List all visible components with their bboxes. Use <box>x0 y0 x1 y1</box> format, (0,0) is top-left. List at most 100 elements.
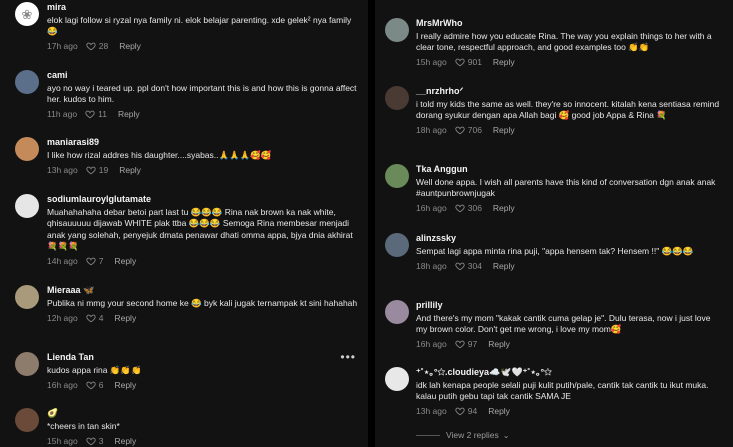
comment-time: 17h ago <box>47 41 78 52</box>
comment: __nrzhrhoᐟ i told my kids the same as we… <box>375 86 733 136</box>
comment-time: 16h ago <box>416 339 447 350</box>
avatar[interactable] <box>385 233 409 257</box>
comment-username[interactable]: __nrzhrhoᐟ <box>416 86 733 97</box>
comment-text: Muahahahaha debar betoi part last tu 😂😂😂… <box>47 207 353 251</box>
comment-text: Well done appa. I wish all parents have … <box>416 177 716 199</box>
comment: prillily And there's my mom "kakak canti… <box>375 300 733 350</box>
comment-username[interactable]: ⁺˚⋆｡°✩.cloudieya☁️🕊️🤍⁺˚⋆｡°✩ <box>416 367 733 378</box>
comment: Lienda Tan kudos appa rina 👏👏👏 16h ago 6… <box>0 351 368 390</box>
comment-username[interactable]: sodiumlauroylglutamate <box>47 194 368 205</box>
heart-outline-icon[interactable] <box>86 256 96 266</box>
avatar[interactable] <box>15 137 39 161</box>
comment-text: kudos appa rina 👏👏👏 <box>47 365 142 375</box>
comments-column-right: View 2 replies ⌄ MrsMrWho I really admir… <box>375 0 733 447</box>
comment-time: 16h ago <box>47 379 78 390</box>
heart-outline-icon[interactable] <box>455 203 465 213</box>
avatar[interactable] <box>15 194 39 218</box>
reply-button[interactable]: Reply <box>114 256 136 266</box>
avatar[interactable] <box>385 86 409 110</box>
comment-time: 18h ago <box>416 260 447 271</box>
heart-outline-icon[interactable] <box>455 261 465 271</box>
comment-username[interactable]: mira <box>47 2 368 13</box>
comment-username[interactable]: alinzssky <box>416 233 733 244</box>
comment-time: 12h ago <box>47 312 78 323</box>
like-count: 94 <box>467 406 478 417</box>
comment-time: 15h ago <box>47 435 78 446</box>
comment: MrsMrWho I really admire how you educate… <box>375 18 733 68</box>
like-count: 19 <box>98 164 109 175</box>
comment: sodiumlauroylglutamate Muahahahaha debar… <box>0 194 368 266</box>
reply-button[interactable]: Reply <box>493 261 515 271</box>
like-count: 306 <box>467 203 482 214</box>
comment-username[interactable]: maniarasi89 <box>47 137 368 148</box>
heart-outline-icon[interactable] <box>86 165 96 175</box>
avatar[interactable] <box>385 18 409 42</box>
comment: ⁺˚⋆｡°✩.cloudieya☁️🕊️🤍⁺˚⋆｡°✩ idk lah kena… <box>375 367 733 417</box>
reply-button[interactable]: Reply <box>118 109 140 119</box>
comment: ❀ mira elok lagi follow si ryzal nya fam… <box>0 2 368 52</box>
like-count: 11 <box>98 109 107 120</box>
comment-text: ayo no way i teared up. ppl don't how im… <box>47 83 357 105</box>
heart-outline-icon[interactable] <box>86 380 96 390</box>
comment-meta: 18h ago 304 Reply <box>416 260 733 271</box>
comment-meta: 13h ago 19 Reply <box>47 164 368 175</box>
heart-outline-icon[interactable] <box>455 57 465 67</box>
comment-username[interactable]: cami <box>47 70 368 81</box>
reply-button[interactable]: Reply <box>114 436 136 446</box>
comment-meta: 16h ago 6 Reply <box>47 379 368 390</box>
avatar[interactable] <box>15 70 39 94</box>
comment-username[interactable]: Mieraaa 🦋 <box>47 285 368 296</box>
more-options-icon[interactable]: ••• <box>340 351 356 363</box>
heart-outline-icon[interactable] <box>86 436 96 446</box>
comment-meta: 15h ago 901 Reply <box>416 57 733 68</box>
reply-button[interactable]: Reply <box>114 380 136 390</box>
avatar[interactable]: ❀ <box>15 2 39 26</box>
like-count: 706 <box>467 125 482 136</box>
comment-time: 16h ago <box>416 203 447 214</box>
reply-button[interactable]: Reply <box>114 313 136 323</box>
comment-username[interactable]: prillily <box>416 300 733 311</box>
reply-button[interactable]: Reply <box>493 203 515 213</box>
reply-button[interactable]: Reply <box>493 125 515 135</box>
comment-text: idk lah kenapa people selali puji kulit … <box>416 380 709 402</box>
heart-outline-icon[interactable] <box>455 406 465 416</box>
heart-outline-icon[interactable] <box>85 109 95 119</box>
avatar[interactable] <box>385 164 409 188</box>
comment: alinzssky Sempat lagi appa minta rina pu… <box>375 233 733 271</box>
like-count: 4 <box>98 312 104 323</box>
comment-username[interactable]: MrsMrWho <box>416 18 733 29</box>
reply-button[interactable]: Reply <box>119 41 141 51</box>
comment-text: elok lagi follow si ryzal nya family ni.… <box>47 15 352 37</box>
like-count: 97 <box>467 339 478 350</box>
comment: Mieraaa 🦋 Publika ni mmg your second hom… <box>0 285 368 323</box>
view-replies-button[interactable]: View 2 replies ⌄ <box>416 430 509 440</box>
avatar[interactable] <box>15 408 39 432</box>
avatar[interactable] <box>385 367 409 391</box>
heart-outline-icon[interactable] <box>455 339 465 349</box>
comment-username[interactable]: 🥑 <box>47 408 368 419</box>
avatar[interactable] <box>385 300 409 324</box>
reply-button[interactable]: Reply <box>493 57 515 67</box>
reply-button[interactable]: Reply <box>119 165 141 175</box>
comment-text: Publika ni mmg your second home ke 😂 byk… <box>47 298 358 308</box>
comment-text: Sempat lagi appa minta rina puji, "appa … <box>416 246 694 256</box>
heart-outline-icon[interactable] <box>86 313 96 323</box>
view-replies-label: View 2 replies <box>446 430 499 440</box>
like-count: 901 <box>467 57 482 68</box>
comment-text: *cheers in tan skin* <box>47 421 120 431</box>
avatar[interactable] <box>15 352 39 376</box>
comment-meta: 13h ago 94 Reply <box>416 406 733 417</box>
avatar[interactable] <box>15 285 39 309</box>
reply-button[interactable]: Reply <box>488 339 510 349</box>
heart-outline-icon[interactable] <box>455 125 465 135</box>
reply-button[interactable]: Reply <box>488 406 510 416</box>
like-count: 3 <box>98 435 104 446</box>
heart-outline-icon[interactable] <box>86 41 96 51</box>
comment: 🥑 *cheers in tan skin* 15h ago 3 Reply <box>0 408 368 446</box>
comments-column-left: ❀ mira elok lagi follow si ryzal nya fam… <box>0 0 368 447</box>
comment-username[interactable]: Lienda Tan <box>47 352 368 363</box>
comment-meta: 15h ago 3 Reply <box>47 435 368 446</box>
comment-meta: 11h ago 11 Reply <box>47 109 368 120</box>
comment-username[interactable]: Tka Anggun <box>416 164 733 175</box>
comment-meta: 12h ago 4 Reply <box>47 312 368 323</box>
